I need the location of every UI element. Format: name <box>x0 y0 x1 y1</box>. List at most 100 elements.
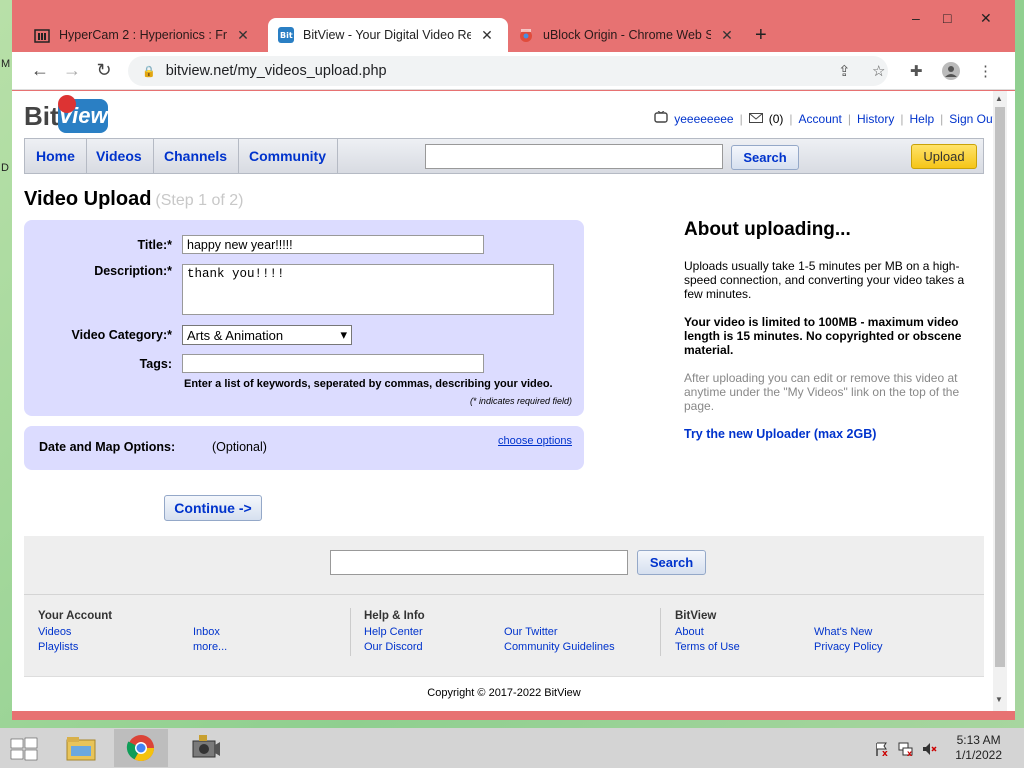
scrollbar-thumb[interactable] <box>995 107 1005 667</box>
footer-link-more[interactable]: more... <box>193 640 227 655</box>
username-link[interactable]: yeeeeeeee <box>674 112 733 126</box>
tab-bitview[interactable]: Bit BitView - Your Digital Video Rep ✕ <box>268 18 508 52</box>
page-scrollbar[interactable]: ▲ ▼ <box>993 91 1007 711</box>
tags-input[interactable] <box>182 354 484 373</box>
bitview-logo[interactable]: Bit View <box>24 95 112 135</box>
description-textarea[interactable]: thank you!!!! <box>182 264 554 315</box>
tab-hypercam[interactable]: HyperCam 2 : Hyperionics : Free ✕ <box>24 18 261 52</box>
scroll-down-icon[interactable]: ▼ <box>995 695 1003 704</box>
tags-label: Tags: <box>139 357 172 371</box>
footer-link-playlists[interactable]: Playlists <box>38 640 193 655</box>
nav-channels[interactable]: Channels <box>153 139 240 173</box>
footer-link-whats-new[interactable]: What's New <box>814 625 882 640</box>
back-icon[interactable]: ← <box>28 60 52 81</box>
forward-icon[interactable]: → <box>60 60 84 81</box>
upload-form: Title:* happy new year!!!!! Description:… <box>24 220 584 416</box>
hypercam-icon[interactable] <box>178 729 232 767</box>
footer-col-bitview: BitView About Terms of Use What's New Pr… <box>675 610 975 655</box>
header-search-button[interactable]: Search <box>731 145 799 170</box>
upload-button[interactable]: Upload <box>911 144 977 169</box>
lock-icon: 🔒 <box>142 65 156 78</box>
choose-options-link[interactable]: choose options <box>498 435 572 447</box>
continue-button[interactable]: Continue -> <box>164 495 262 521</box>
about-uploading: About uploading... Uploads usually take … <box>684 219 974 441</box>
history-link[interactable]: History <box>857 112 894 126</box>
tv-icon <box>654 110 668 126</box>
nav-videos[interactable]: Videos <box>85 139 154 173</box>
maximize-icon[interactable]: □ <box>943 10 951 26</box>
menu-icon[interactable]: ⋮ <box>978 62 993 80</box>
chrome-icon[interactable] <box>114 729 168 767</box>
profile-icon[interactable] <box>942 62 960 84</box>
account-link[interactable]: Account <box>799 112 842 126</box>
logo-dot <box>58 95 76 113</box>
about-heading: About uploading... <box>684 219 851 240</box>
volume-muted-icon[interactable] <box>922 741 938 760</box>
footer-col-heading: Your Account <box>38 610 113 622</box>
footer-col-account: Your Account Videos Playlists Inbox more… <box>38 610 338 655</box>
map-options-box: Date and Map Options: (Optional) choose … <box>24 426 584 470</box>
footer-link-inbox[interactable]: Inbox <box>193 625 227 640</box>
footer-link-discord[interactable]: Our Discord <box>364 640 504 655</box>
tab-close-icon[interactable]: ✕ <box>235 27 251 44</box>
footer-link-guidelines[interactable]: Community Guidelines <box>504 640 615 655</box>
chevron-down-icon: ▾ <box>340 327 347 342</box>
nav-home[interactable]: Home <box>25 139 87 173</box>
about-paragraph-3: After uploading you can edit or remove t… <box>684 371 960 413</box>
tab-ublock[interactable]: uBlock Origin - Chrome Web Sto ✕ <box>508 18 745 52</box>
svg-text:Bit: Bit <box>280 31 293 40</box>
desktop-label-d: D <box>1 162 9 174</box>
windows-start-icon[interactable] <box>10 737 38 761</box>
header-search-input[interactable] <box>425 144 723 169</box>
clock-date: 1/1/2022 <box>955 748 1002 762</box>
category-label: Video Category:* <box>71 328 173 342</box>
mail-icon[interactable] <box>748 112 763 126</box>
footer-link-help-center[interactable]: Help Center <box>364 625 504 640</box>
tab-close-icon[interactable]: ✕ <box>719 27 735 44</box>
minimize-icon[interactable]: – <box>912 10 920 26</box>
svg-text:x: x <box>907 749 913 757</box>
new-tab-button[interactable]: + <box>755 24 767 47</box>
address-bar[interactable]: 🔒 bitview.net/my_videos_upload.php <box>128 56 888 86</box>
copyright: Copyright © 2017-2022 BitView <box>24 676 984 711</box>
footer-search-button[interactable]: Search <box>637 550 706 575</box>
site-navbar: Home Videos Channels Community Search Up… <box>24 138 984 174</box>
footer-link-about[interactable]: About <box>675 625 814 640</box>
description-label: Description:* <box>94 264 172 278</box>
bitview-icon: Bit <box>278 27 294 43</box>
extensions-icon[interactable]: ✚ <box>910 62 923 80</box>
browser-toolbar: ← → ↻ 🔒 bitview.net/my_videos_upload.php… <box>12 52 1015 90</box>
file-explorer-icon[interactable] <box>54 729 108 767</box>
sign-out-link[interactable]: Sign Out <box>949 112 996 126</box>
bookmark-star-icon[interactable]: ☆ <box>872 62 885 80</box>
tab-title: uBlock Origin - Chrome Web Sto <box>543 28 711 42</box>
tab-strip: HyperCam 2 : Hyperionics : Free ✕ Bit Bi… <box>12 0 1015 52</box>
title-input[interactable]: happy new year!!!!! <box>182 235 484 254</box>
footer-link-terms[interactable]: Terms of Use <box>675 640 814 655</box>
inbox-count[interactable]: (0) <box>769 112 784 126</box>
help-link[interactable]: Help <box>909 112 934 126</box>
tab-close-icon[interactable]: ✕ <box>479 27 495 44</box>
scroll-up-icon[interactable]: ▲ <box>995 94 1003 103</box>
chrome-webstore-icon <box>518 27 534 43</box>
network-icon[interactable]: x <box>898 741 914 760</box>
footer-link-videos[interactable]: Videos <box>38 625 193 640</box>
footer-link-privacy[interactable]: Privacy Policy <box>814 640 882 655</box>
clock[interactable]: 5:13 AM 1/1/2022 <box>955 733 1002 763</box>
footer-link-twitter[interactable]: Our Twitter <box>504 625 615 640</box>
footer-search-input[interactable] <box>330 550 628 575</box>
new-uploader-link[interactable]: Try the new Uploader (max 2GB) <box>684 427 876 441</box>
footer-col-help: Help & Info Help Center Our Discord Our … <box>364 610 664 655</box>
close-icon[interactable]: ✕ <box>980 10 992 27</box>
map-options-label: Date and Map Options: <box>39 440 176 454</box>
tab-title: BitView - Your Digital Video Rep <box>303 28 471 42</box>
museum-icon <box>34 27 50 43</box>
reload-icon[interactable]: ↻ <box>92 60 116 81</box>
action-center-flag-icon[interactable]: x <box>874 741 890 760</box>
about-paragraph-1: Uploads usually take 1-5 minutes per MB … <box>684 259 965 301</box>
share-icon[interactable]: ⇪ <box>838 62 851 80</box>
category-value: Arts & Animation <box>187 327 284 343</box>
nav-community[interactable]: Community <box>238 139 338 173</box>
url-text: bitview.net/my_videos_upload.php <box>165 63 387 79</box>
category-select[interactable]: Arts & Animation ▾ <box>182 325 352 345</box>
